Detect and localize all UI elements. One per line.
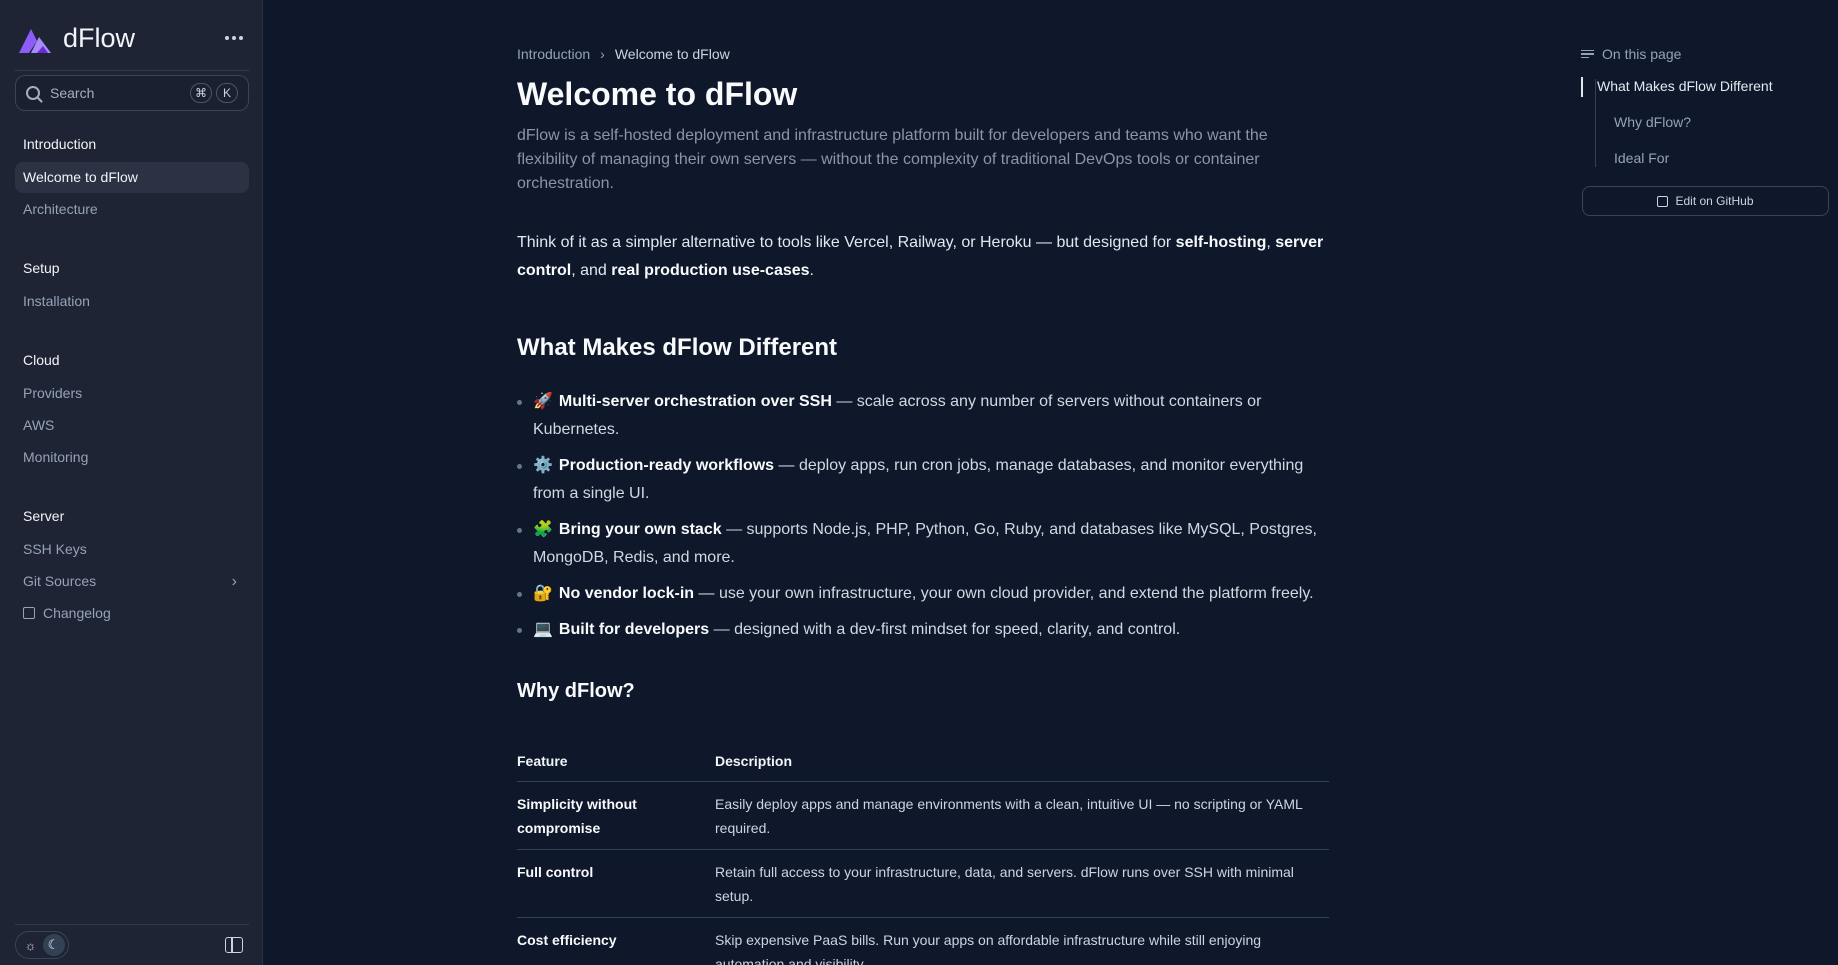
table-row: Cost efficiency Skip expensive PaaS bill… <box>517 917 1329 965</box>
search-placeholder: Search <box>50 85 95 101</box>
list-item: 🚀 Multi-server orchestration over SSH — s… <box>517 388 1329 444</box>
table-header-row: Feature Description <box>517 745 1329 782</box>
gear-icon: ⚙️ <box>533 457 553 474</box>
sidebar-item-aws[interactable]: AWS <box>15 410 249 441</box>
list-item: ⚙️ Production-ready workflows — deploy ap… <box>517 452 1329 508</box>
brand-name: dFlow <box>63 22 136 53</box>
rocket-icon: 🚀 <box>533 393 553 410</box>
table-cell: Cost efficiency <box>517 917 715 965</box>
feature-table: Feature Description Simplicity without c… <box>517 745 1329 965</box>
search-input[interactable]: Search ⌘ K <box>15 75 249 111</box>
table-row: Simplicity without compromise Easily dep… <box>517 781 1329 850</box>
nav-section-server: Server <box>23 508 65 524</box>
table-row: Full control Retain full access to your … <box>517 849 1329 918</box>
toc-item-differences[interactable]: What Makes dFlow Different <box>1597 78 1773 94</box>
list-icon <box>1581 48 1594 61</box>
puzzle-icon: 🧩 <box>533 521 553 538</box>
pencil-icon <box>1657 195 1669 207</box>
chevron-right-icon: › <box>231 573 237 590</box>
edit-on-github-button[interactable]: Edit on GitHub <box>1582 186 1829 216</box>
lock-icon: 🔐 <box>533 585 553 602</box>
breadcrumb-parent[interactable]: Introduction <box>517 46 590 62</box>
edit-on-github-label: Edit on GitHub <box>1675 194 1754 208</box>
page-lead: dFlow is a self-hosted deployment and in… <box>517 127 1268 192</box>
more-horizontal-icon <box>225 36 229 40</box>
toc-active-indicator <box>1581 77 1583 97</box>
nav-section-introduction: Introduction <box>23 136 97 152</box>
table-cell: Retain full access to your infrastructur… <box>715 849 1329 918</box>
breadcrumb-current: Welcome to dFlow <box>614 46 730 62</box>
sidebar-item-ssh-keys[interactable]: SSH Keys <box>15 534 249 565</box>
list-item: 💻 Built for developers — designed with a … <box>517 616 1329 644</box>
toc-item-why[interactable]: Why dFlow? <box>1614 114 1691 130</box>
search-icon <box>26 86 40 100</box>
table-cell: Skip expensive PaaS bills. Run your apps… <box>715 917 1329 965</box>
brand[interactable]: dFlow <box>17 20 135 56</box>
breadcrumb: Introduction › Welcome to dFlow <box>517 46 730 62</box>
more-options-button[interactable] <box>222 26 246 50</box>
column-header-description: Description <box>715 745 1329 782</box>
sidebar: dFlow Search ⌘ K Introduction Welcome to… <box>0 0 263 965</box>
nav-section-cloud: Cloud <box>23 352 60 368</box>
sidebar-item-welcome[interactable]: Welcome to dFlow <box>15 162 249 193</box>
features-list: 🚀 Multi-server orchestration over SSH — s… <box>517 388 1329 652</box>
divider <box>15 924 249 925</box>
sidebar-item-monitoring[interactable]: Monitoring <box>15 442 249 473</box>
sidebar-toggle-icon[interactable] <box>225 937 243 953</box>
nav-section-setup: Setup <box>23 260 60 276</box>
external-link-icon <box>23 607 35 619</box>
theme-toggle[interactable]: ☼ ☾ <box>15 931 69 959</box>
sidebar-item-architecture[interactable]: Architecture <box>15 194 249 225</box>
sidebar-item-changelog[interactable]: Changelog <box>15 598 249 629</box>
table-cell: Simplicity without compromise <box>517 781 715 850</box>
table-cell: Full control <box>517 849 715 918</box>
chevron-right-icon: › <box>600 46 605 62</box>
sidebar-item-label: Changelog <box>43 605 111 621</box>
sidebar-item-installation[interactable]: Installation <box>15 286 249 317</box>
sidebar-item-label: Git Sources <box>23 573 97 589</box>
section-heading-why: Why dFlow? <box>517 680 635 702</box>
sidebar-item-git-sources[interactable]: Git Sources › <box>15 566 249 597</box>
section-heading-differences: What Makes dFlow Different <box>517 334 838 361</box>
sun-icon[interactable]: ☼ <box>20 934 42 956</box>
column-header-feature: Feature <box>517 745 715 782</box>
table-cell: Easily deploy apps and manage environmen… <box>715 781 1329 850</box>
toc-item-ideal-for[interactable]: Ideal For <box>1614 150 1669 166</box>
toc-rail <box>1595 79 1596 167</box>
shortcut-mod-key: ⌘ <box>190 83 212 103</box>
sidebar-item-providers[interactable]: Providers <box>15 378 249 409</box>
toc-heading: On this page <box>1581 46 1681 62</box>
list-item: 🧩 Bring your own stack — supports Node.js… <box>517 516 1329 572</box>
divider <box>15 70 249 71</box>
list-item: 🔐 No vendor lock-in — use your own infras… <box>517 580 1329 608</box>
intro-paragraph: Think of it as a simpler alternative to … <box>517 234 1324 279</box>
laptop-icon: 💻 <box>533 621 553 638</box>
shortcut-key: K <box>216 83 238 103</box>
moon-icon[interactable]: ☾ <box>42 934 65 956</box>
page-title: Welcome to dFlow <box>517 76 798 112</box>
dflow-logo-icon <box>19 29 51 53</box>
